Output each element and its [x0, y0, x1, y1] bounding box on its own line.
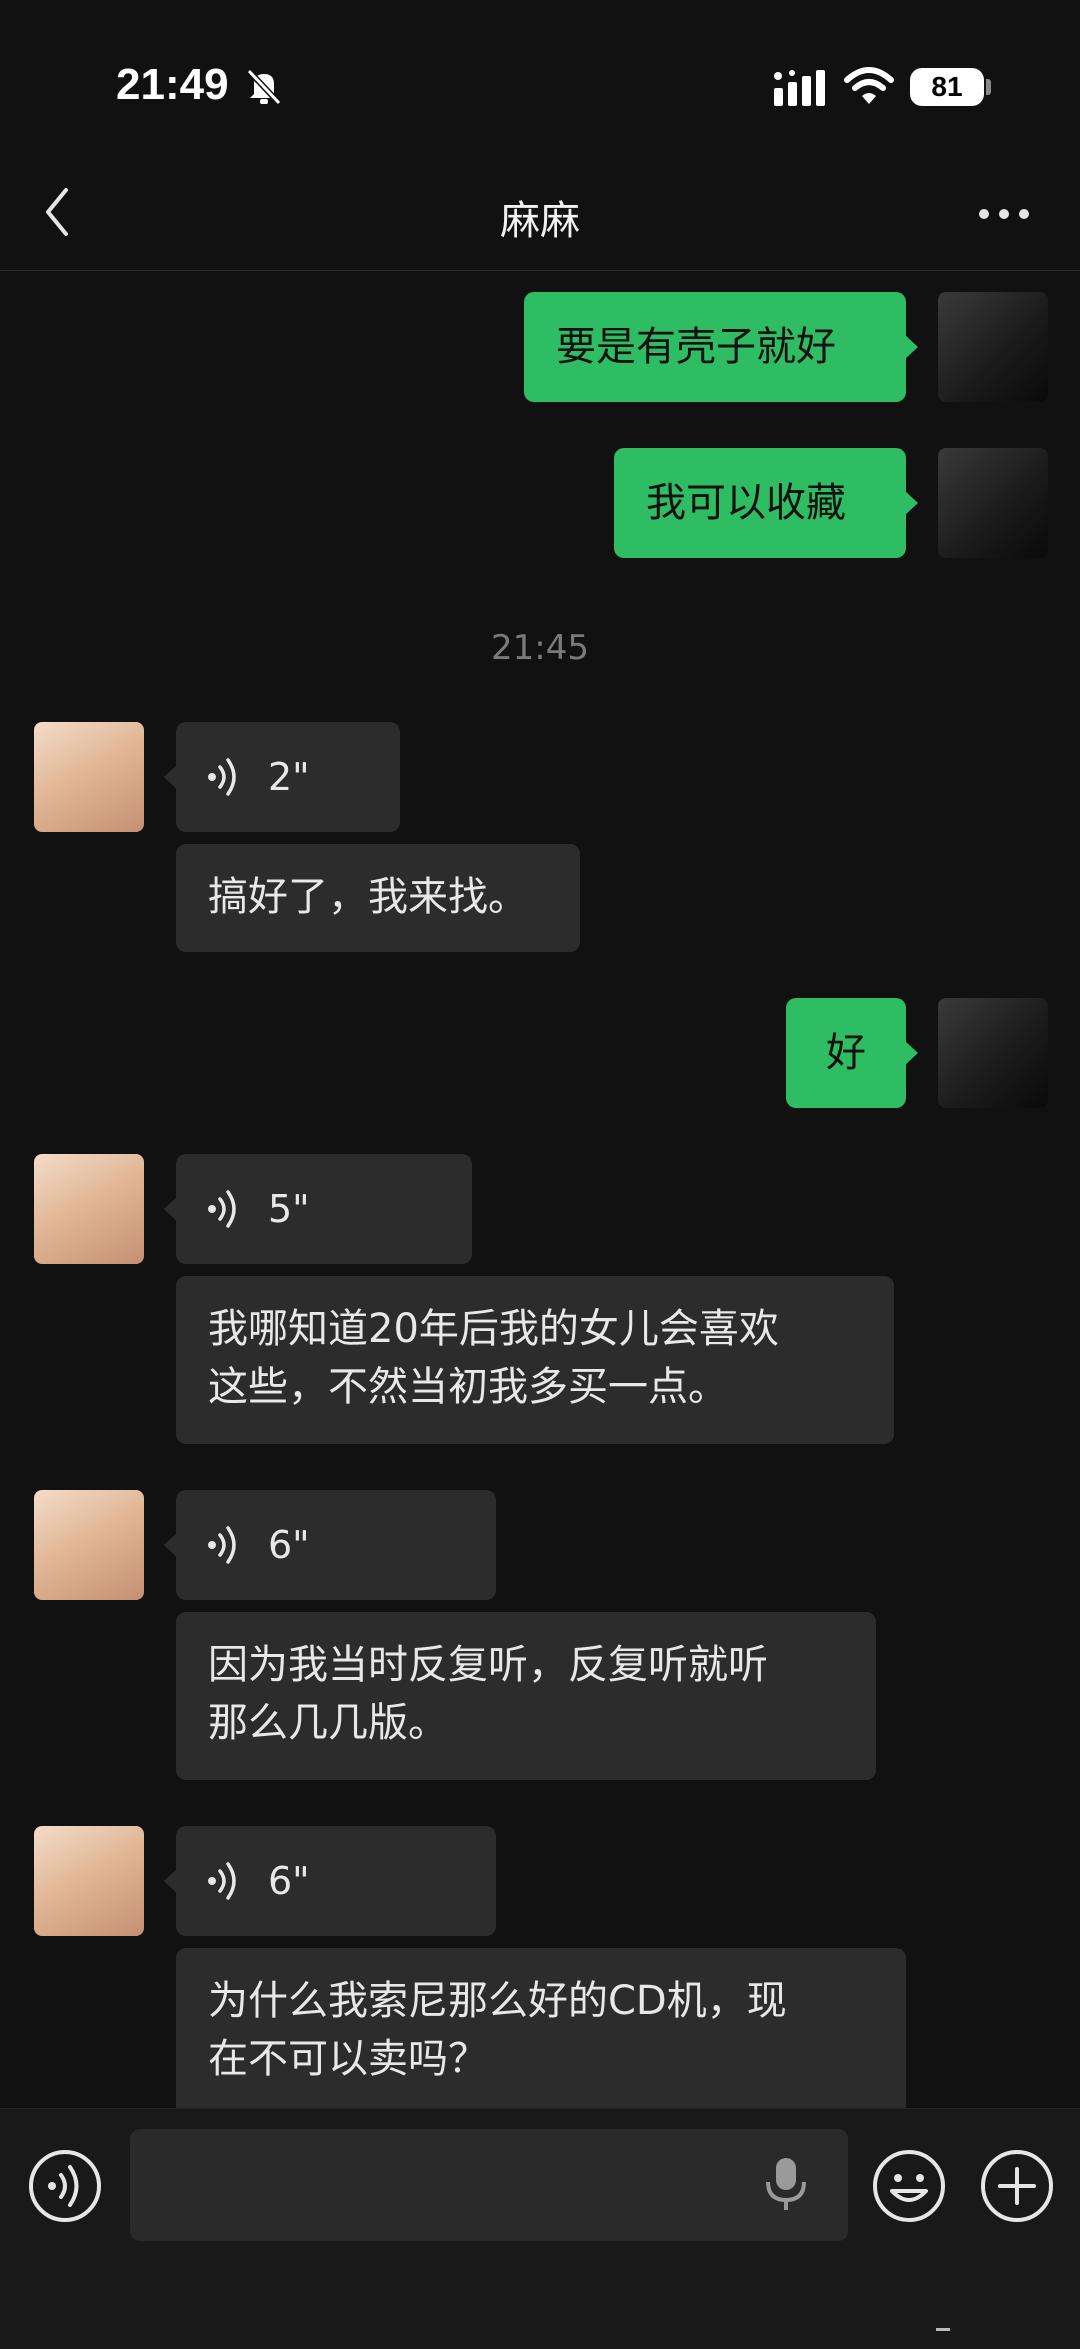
message-line: 我哪知道20年后我的女儿会喜欢 [208, 1306, 779, 1352]
message-bubble-incoming[interactable]: 搞好了，我来找。 [176, 844, 580, 952]
message-list[interactable]: 要是有壳子就好 我可以收藏 21:45 2" 搞好了，我来找。 好 5" 我哪知… [0, 270, 1080, 2108]
avatar-me[interactable] [938, 998, 1048, 1108]
message-timestamp: 21:45 [491, 628, 589, 668]
message-bubble-outgoing[interactable]: 要是有壳子就好 [524, 292, 918, 402]
voice-duration: 6" [268, 1523, 310, 1567]
message-input[interactable] [130, 2129, 848, 2241]
battery-cap [986, 79, 991, 95]
message-line: 因为我当时反复听，反复听就听 [208, 1642, 768, 1688]
voice-wave-icon [208, 1862, 236, 1900]
chat-header: 麻麻 [0, 160, 1080, 271]
home-indicator [936, 2328, 950, 2331]
voice-message[interactable]: 2" [164, 722, 400, 832]
battery-indicator: 81 [910, 68, 984, 106]
message-line: 为什么我索尼那么好的CD机，现 [208, 1978, 787, 2024]
voice-duration: 5" [268, 1187, 310, 1231]
message-line: 在不可以卖吗？ [208, 2036, 488, 2082]
avatar-contact[interactable] [34, 1490, 144, 1600]
voice-duration: 2" [268, 755, 310, 799]
microphone-icon[interactable] [760, 2156, 812, 2212]
voice-message[interactable]: 5" [164, 1154, 472, 1264]
message-bubble-incoming[interactable]: 因为我当时反复听，反复听就听 那么几几版。 [176, 1612, 876, 1780]
message-bubble-incoming[interactable]: 我哪知道20年后我的女儿会喜欢 这些，不然当初我多买一点。 [176, 1276, 894, 1444]
signal-icon [774, 70, 825, 106]
voice-wave-icon [208, 758, 236, 796]
voice-toggle-icon[interactable] [28, 2149, 102, 2223]
voice-wave-icon [208, 1526, 236, 1564]
voice-message[interactable]: 6" [164, 1490, 496, 1600]
message-line: 这些，不然当初我多买一点。 [208, 1364, 728, 1410]
avatar-contact[interactable] [34, 1154, 144, 1264]
plus-icon[interactable] [980, 2149, 1054, 2223]
avatar-me[interactable] [938, 448, 1048, 558]
avatar-contact[interactable] [34, 722, 144, 832]
voice-duration: 6" [268, 1859, 310, 1903]
chat-title: 麻麻 [500, 198, 580, 244]
more-icon[interactable] [976, 194, 1032, 234]
wifi-icon [844, 67, 894, 104]
message-bubble-outgoing[interactable]: 好 [786, 998, 918, 1108]
avatar-contact[interactable] [34, 1826, 144, 1936]
message-line: 那么几几版。 [208, 1700, 448, 1746]
avatar-me[interactable] [938, 292, 1048, 402]
message-bubble-incoming[interactable]: 为什么我索尼那么好的CD机，现 在不可以卖吗？ [176, 1948, 906, 2108]
status-time: 21:49 [116, 60, 229, 109]
voice-message[interactable]: 6" [164, 1826, 496, 1936]
message-bubble-outgoing[interactable]: 我可以收藏 [614, 448, 918, 558]
bell-muted-icon [246, 68, 282, 106]
voice-wave-icon [208, 1190, 236, 1228]
status-bar: 21:49 81 [0, 0, 1080, 160]
emoji-icon[interactable] [872, 2149, 946, 2223]
input-bar [0, 2108, 1080, 2349]
